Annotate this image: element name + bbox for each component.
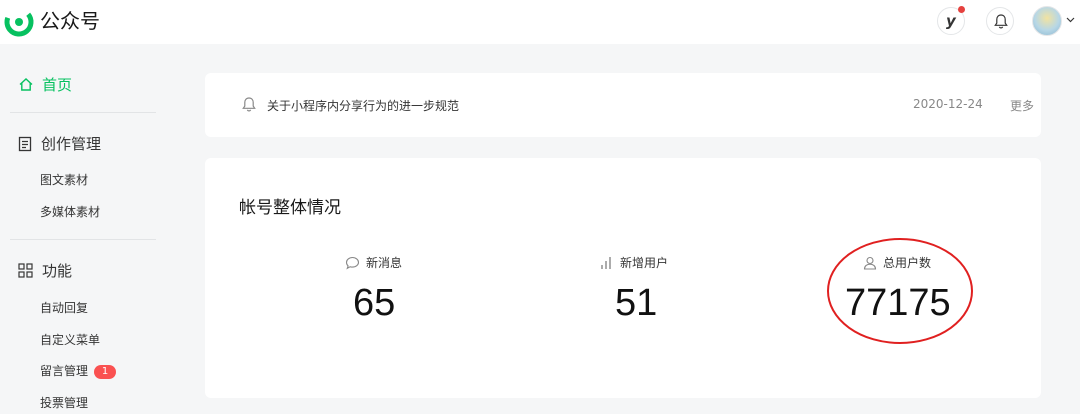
chat-bubble-icon [345, 256, 360, 269]
sidebar-section-features[interactable]: 功能 [18, 260, 72, 281]
document-icon [18, 136, 32, 151]
sidebar-item-comments-label: 留言管理 [40, 364, 89, 378]
stat-label-text: 新消息 [366, 256, 403, 270]
notifications-button[interactable] [986, 7, 1014, 35]
y-app-button[interactable]: y [937, 6, 965, 35]
sidebar-item-home-label: 首页 [42, 76, 73, 94]
sidebar-section-label: 功能 [42, 262, 73, 280]
sidebar-item-media[interactable]: 多媒体素材 [40, 203, 100, 220]
sidebar-item-custom-menu[interactable]: 自定义菜单 [40, 331, 100, 348]
sidebar-section-label: 创作管理 [41, 135, 102, 153]
sidebar-item-votes[interactable]: 投票管理 [40, 394, 88, 411]
wechat-official-accounts-logo-icon[interactable] [4, 7, 34, 37]
notice-card: 关于小程序内分享行为的进一步规范 2020-12-24 更多 [205, 73, 1041, 137]
notification-dot [958, 6, 965, 13]
sidebar-item-auto-reply[interactable]: 自动回复 [40, 299, 88, 316]
top-bar: 公众号 y [0, 0, 1080, 44]
sidebar-item-articles[interactable]: 图文素材 [40, 171, 88, 188]
account-overview-card: 帐号整体情况 新消息 65 新增用户 51 总用户数 77175 [205, 158, 1041, 398]
new-messages-label: 新消息 [345, 254, 402, 271]
sidebar-item-home[interactable]: 首页 [18, 74, 72, 95]
highlight-circle-annotation [827, 238, 973, 344]
bell-icon [242, 97, 256, 112]
avatar[interactable] [1032, 6, 1062, 36]
new-users-value[interactable]: 51 [615, 282, 657, 325]
stat-label-text: 新增用户 [620, 256, 669, 270]
home-icon [19, 78, 33, 91]
y-logo-icon: y [946, 12, 956, 30]
bell-icon [994, 14, 1008, 29]
bar-chart-icon [601, 256, 611, 269]
sidebar-divider [10, 239, 156, 240]
new-users-label: 新增用户 [600, 254, 668, 271]
sidebar: 首页 创作管理 图文素材 多媒体素材 功能 自动回复 自定义菜单 留言管理 1 投… [0, 44, 175, 414]
app-title[interactable]: 公众号 [40, 8, 100, 34]
section-title: 帐号整体情况 [239, 198, 341, 218]
grid-icon [18, 263, 33, 278]
notice-date: 2020-12-24 [913, 97, 983, 111]
sidebar-item-comments[interactable]: 留言管理 1 [40, 362, 117, 379]
unread-badge: 1 [94, 365, 117, 379]
notice-link[interactable]: 关于小程序内分享行为的进一步规范 [267, 97, 459, 114]
more-link[interactable]: 更多 [1010, 97, 1034, 114]
chevron-down-icon[interactable] [1066, 17, 1075, 23]
sidebar-section-content[interactable]: 创作管理 [18, 133, 101, 154]
new-messages-value[interactable]: 65 [353, 282, 395, 325]
sidebar-divider [10, 112, 156, 113]
